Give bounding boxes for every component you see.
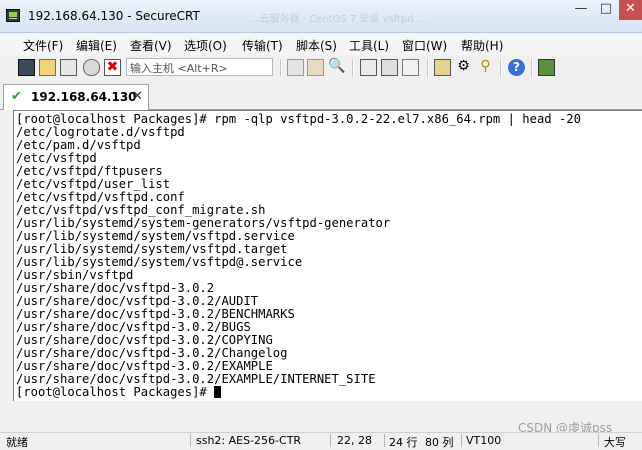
close-button[interactable]: ✕ xyxy=(619,0,642,20)
connect-icon[interactable] xyxy=(18,59,35,76)
minimize-button[interactable]: — xyxy=(570,0,592,20)
sftp-icon[interactable] xyxy=(538,59,555,76)
terminal-cursor xyxy=(214,386,222,398)
status-bar: 就绪 ssh2: AES-256-CTR 22, 28 24 行 80 列 VT… xyxy=(0,432,642,449)
tab-close-icon[interactable]: ✕ xyxy=(132,89,143,104)
paste-icon[interactable] xyxy=(307,59,324,76)
status-caps-lock: 大写 xyxy=(604,436,626,449)
command-input[interactable]: 输入主机 <Alt+R> xyxy=(126,58,273,76)
session-tab[interactable]: ✔ 192.168.64.130 ✕ xyxy=(3,84,149,110)
print-icon[interactable] xyxy=(360,59,377,76)
terminal-area[interactable]: [root@localhost Packages]# rpm -qlp vsft… xyxy=(13,110,642,401)
status-rows: 24 行 xyxy=(389,436,418,449)
window-title: 192.168.64.130 - SecureCRT xyxy=(28,9,200,23)
help-icon[interactable]: ? xyxy=(508,59,525,76)
copy-icon[interactable] xyxy=(287,59,304,76)
menu-tools[interactable]: 工具(L) xyxy=(349,37,389,54)
log-icon[interactable] xyxy=(402,59,419,76)
find-icon[interactable]: 🔍 xyxy=(328,59,345,76)
quick-connect-icon[interactable] xyxy=(39,59,56,76)
menu-bar: 文件(F) 编辑(E) 查看(V) 选项(O) 传输(T) 脚本(S) 工具(L… xyxy=(0,33,642,55)
session-tab-strip: ✔ 192.168.64.130 ✕ xyxy=(0,81,642,110)
menu-window[interactable]: 窗口(W) xyxy=(402,37,447,54)
maximize-button[interactable]: □ xyxy=(595,0,617,20)
menu-file[interactable]: 文件(F) xyxy=(23,37,63,54)
reconnect-icon[interactable] xyxy=(83,59,100,76)
connected-check-icon: ✔ xyxy=(11,89,22,104)
faded-title-text: ...云服务器 · CentOS 7 安装 vsftpd ... xyxy=(250,14,427,25)
terminal-prompt-line: [root@localhost Packages]# xyxy=(16,385,222,399)
status-cols: 80 列 xyxy=(425,436,454,449)
global-options-icon[interactable]: ⚙ xyxy=(455,59,472,76)
toolbar: ✖ 输入主机 <Alt+R> 🔍 ⚙ ⚲ ? xyxy=(0,55,642,82)
menu-transfer[interactable]: 传输(T) xyxy=(242,37,283,54)
session-options-icon[interactable] xyxy=(434,59,451,76)
status-cipher: ssh2: AES-256-CTR xyxy=(196,434,302,447)
menu-help[interactable]: 帮助(H) xyxy=(461,37,503,54)
print-setup-icon[interactable] xyxy=(381,59,398,76)
menu-options[interactable]: 选项(O) xyxy=(184,37,227,54)
status-ready: 就绪 xyxy=(6,436,28,449)
keymap-icon[interactable]: ⚲ xyxy=(477,59,494,76)
menu-script[interactable]: 脚本(S) xyxy=(296,37,337,54)
title-bar[interactable]: 192.168.64.130 - SecureCRT ...云服务器 · Cen… xyxy=(0,0,642,33)
disconnect-icon[interactable]: ✖ xyxy=(104,59,121,76)
session-tab-label: 192.168.64.130 xyxy=(31,90,137,104)
connect-in-tab-icon[interactable] xyxy=(60,59,77,76)
securecrt-app-icon[interactable] xyxy=(6,9,20,22)
menu-view[interactable]: 查看(V) xyxy=(130,37,172,54)
terminal-prompt: [root@localhost Packages]# xyxy=(16,385,215,399)
menu-edit[interactable]: 编辑(E) xyxy=(76,37,117,54)
status-cursor-position: 22, 28 xyxy=(337,434,372,447)
status-terminal-type: VT100 xyxy=(466,434,502,447)
